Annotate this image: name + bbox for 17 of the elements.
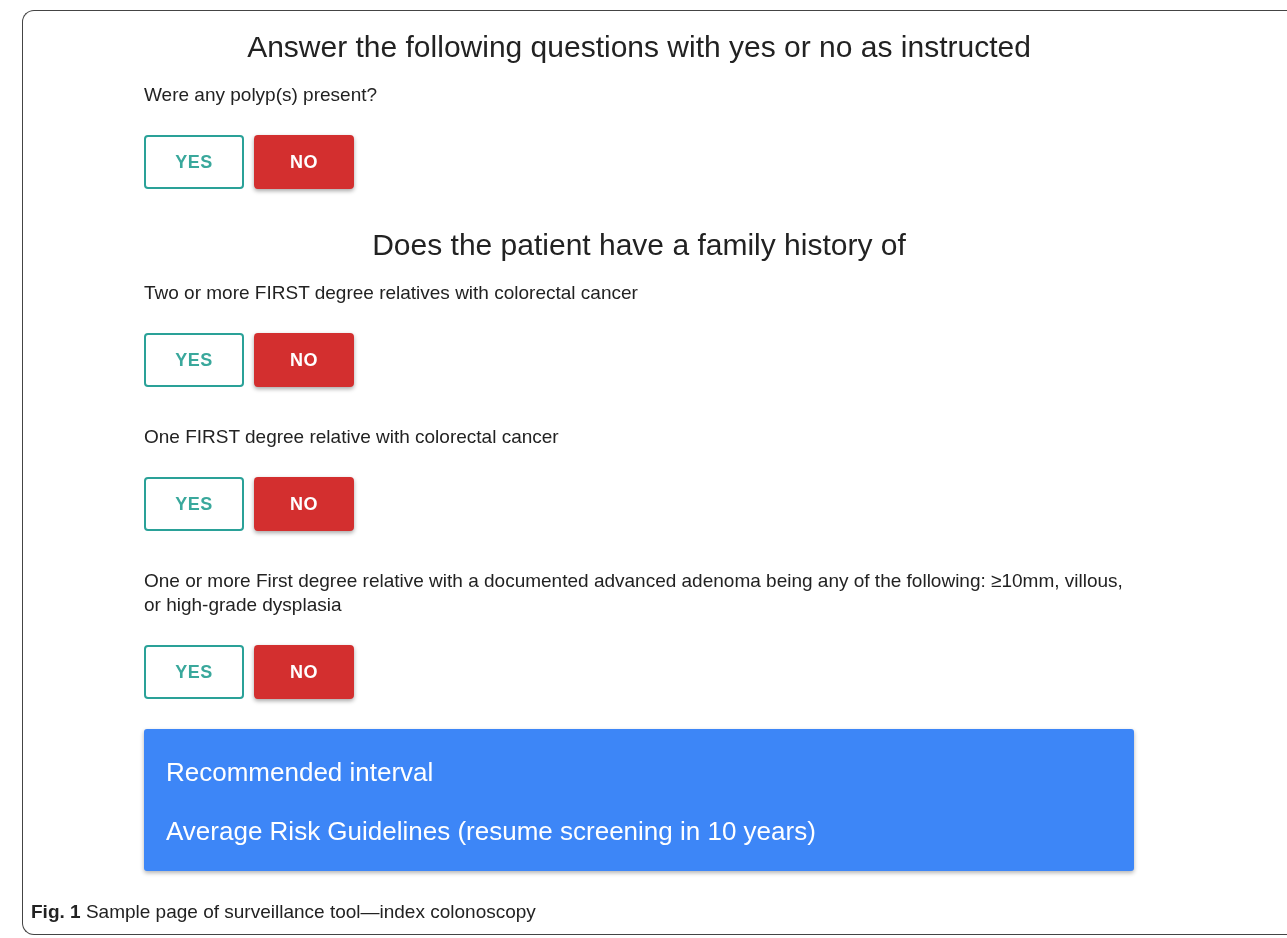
answer-button[interactable]: NO bbox=[254, 135, 354, 189]
question-text: One or more First degree relative with a documented advanced adenoma being any of the following: ≥10mm, villous, or high-grade dysplasia bbox=[144, 569, 1124, 617]
answer-button[interactable]: NO bbox=[254, 645, 354, 699]
answer-button[interactable]: YES bbox=[144, 477, 244, 531]
figure-caption: Fig. 1 Sample page of surveillance tool—index colonoscopy bbox=[31, 899, 536, 924]
answer-button[interactable]: NO bbox=[254, 477, 354, 531]
answer-button[interactable]: YES bbox=[144, 333, 244, 387]
section-heading: Does the patient have a family history of bbox=[371, 227, 907, 263]
answer-button[interactable]: YES bbox=[144, 645, 244, 699]
result-text: Average Risk Guidelines (resume screening in 10 years) bbox=[166, 815, 817, 848]
section-heading: Answer the following questions with yes or no as instructed bbox=[246, 29, 1032, 65]
answer-button[interactable]: NO bbox=[254, 333, 354, 387]
question-text: Were any polyp(s) present? bbox=[144, 83, 379, 107]
question-text: One FIRST degree relative with colorectal cancer bbox=[144, 425, 560, 449]
question-text: Two or more FIRST degree relatives with colorectal cancer bbox=[144, 281, 639, 305]
answer-button[interactable]: YES bbox=[144, 135, 244, 189]
result-title: Recommended interval bbox=[166, 756, 435, 789]
